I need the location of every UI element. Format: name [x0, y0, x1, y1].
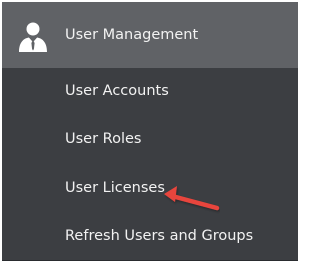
screenshot-frame: User Management User Accounts User Roles…: [0, 0, 302, 263]
menu-item-user-licenses[interactable]: User Licenses: [65, 178, 165, 198]
menu-item-user-accounts[interactable]: User Accounts: [65, 81, 169, 101]
user-management-menu-header[interactable]: User Management: [2, 2, 298, 68]
menu-bottom-divider: [2, 260, 298, 261]
menu-item-user-roles[interactable]: User Roles: [65, 129, 141, 149]
menu-item-refresh-users-and-groups[interactable]: Refresh Users and Groups: [65, 226, 253, 246]
user-tie-icon: [19, 22, 47, 52]
user-management-submenu: User Accounts User Roles User Licenses R…: [2, 68, 298, 261]
sidebar-menu: User Management User Accounts User Roles…: [2, 2, 298, 261]
menu-header-label: User Management: [65, 27, 199, 43]
